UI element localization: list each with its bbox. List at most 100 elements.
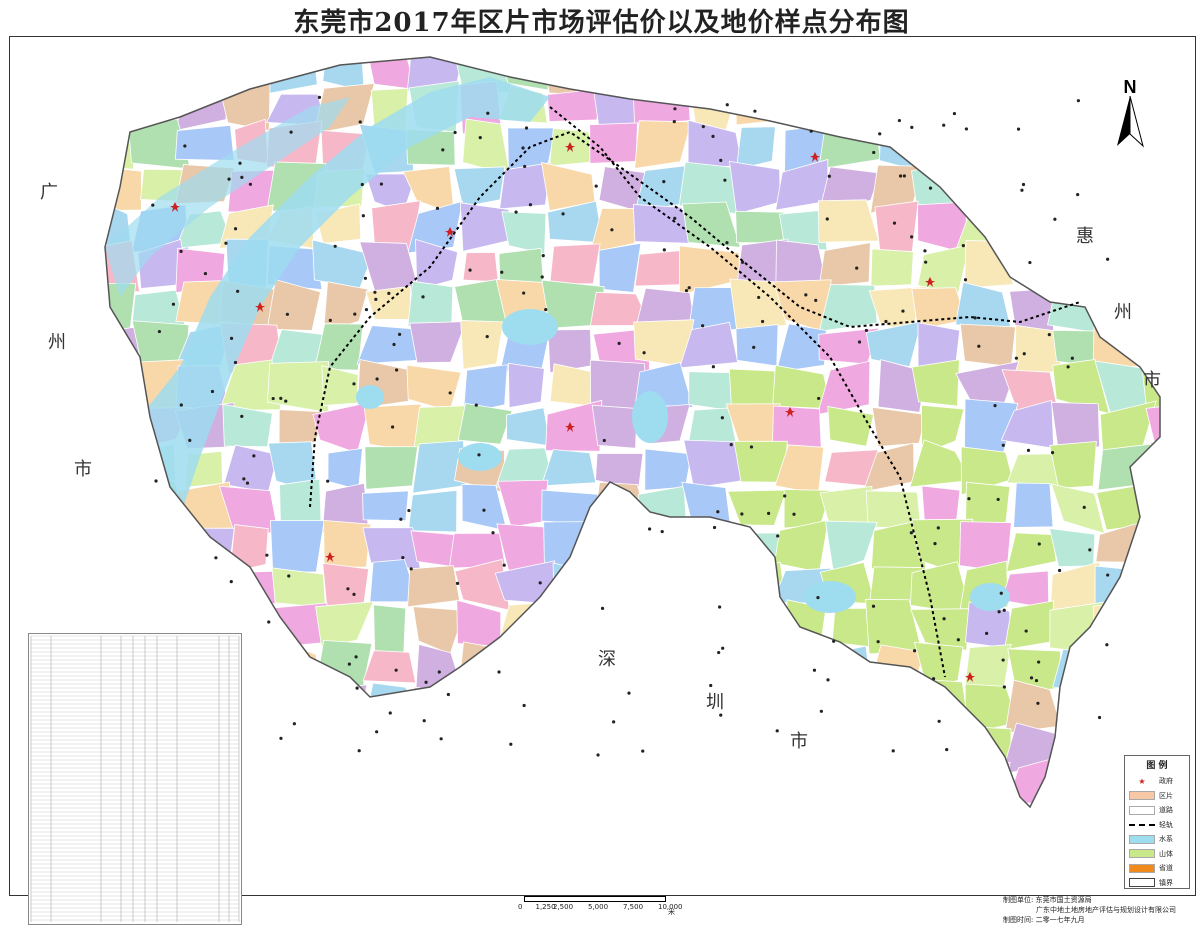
sample-point[interactable] [485, 334, 489, 339]
sample-point[interactable] [1024, 629, 1028, 633]
land-price-district[interactable] [494, 560, 556, 605]
land-price-district[interactable] [1003, 600, 1055, 651]
land-price-district[interactable] [1058, 720, 1102, 774]
sample-point[interactable] [240, 175, 244, 179]
sample-point[interactable] [740, 260, 745, 264]
land-price-district[interactable] [637, 485, 688, 533]
sample-point[interactable] [701, 324, 705, 328]
sample-point[interactable] [395, 368, 399, 372]
land-price-district[interactable] [589, 602, 651, 647]
sample-point[interactable] [455, 581, 460, 585]
land-price-district[interactable] [917, 120, 971, 173]
sample-point[interactable] [224, 241, 228, 245]
sample-point[interactable] [711, 134, 715, 138]
sample-point[interactable] [540, 275, 544, 279]
land-price-district[interactable] [541, 489, 601, 525]
sample-point[interactable] [446, 692, 450, 697]
sample-point[interactable] [1028, 260, 1032, 265]
land-price-district[interactable] [774, 519, 829, 573]
sample-point[interactable] [817, 396, 821, 401]
land-price-district[interactable] [955, 725, 1012, 775]
land-price-district[interactable] [828, 720, 874, 767]
sample-point[interactable] [242, 477, 246, 481]
land-price-district[interactable] [83, 81, 144, 129]
land-price-district[interactable] [1142, 524, 1195, 565]
sample-point[interactable] [541, 253, 545, 258]
sample-point[interactable] [397, 332, 402, 336]
land-price-district[interactable] [687, 47, 729, 84]
sample-point[interactable] [898, 174, 903, 178]
sample-point[interactable] [901, 309, 905, 313]
land-price-district[interactable] [91, 479, 138, 531]
land-price-district[interactable] [321, 365, 359, 406]
sample-point[interactable] [238, 161, 242, 165]
land-price-district[interactable] [729, 160, 781, 215]
sample-point[interactable] [1076, 192, 1080, 197]
land-price-district[interactable] [591, 404, 638, 449]
sample-point[interactable] [183, 144, 187, 148]
land-price-district[interactable] [356, 325, 419, 365]
land-price-district[interactable] [632, 78, 691, 125]
land-price-district[interactable] [596, 559, 649, 609]
land-price-district[interactable] [174, 80, 227, 132]
sample-point[interactable] [439, 737, 443, 741]
sample-point[interactable] [399, 517, 403, 521]
sample-point[interactable] [775, 729, 779, 733]
sample-point[interactable] [816, 595, 820, 600]
land-price-district[interactable] [143, 563, 184, 613]
land-price-district[interactable] [1142, 83, 1195, 134]
land-price-district[interactable] [1146, 282, 1193, 331]
sample-point[interactable] [502, 563, 506, 567]
land-price-district[interactable] [449, 690, 506, 731]
sample-point[interactable] [827, 174, 831, 178]
sample-point[interactable] [600, 606, 605, 610]
sample-point[interactable] [672, 120, 676, 124]
sample-point[interactable] [1001, 658, 1005, 662]
sample-point[interactable] [767, 511, 771, 516]
sample-point[interactable] [354, 655, 358, 659]
sample-point[interactable] [825, 217, 829, 221]
sample-point[interactable] [394, 668, 398, 672]
land-price-district[interactable] [1152, 490, 1195, 534]
land-price-district[interactable] [954, 120, 1017, 171]
land-price-district[interactable] [959, 85, 1018, 127]
sample-point[interactable] [326, 479, 330, 483]
sample-point[interactable] [662, 248, 666, 252]
land-price-district[interactable] [543, 680, 604, 726]
sample-point[interactable] [876, 640, 880, 644]
land-price-district[interactable] [865, 80, 916, 125]
sample-point[interactable] [1050, 451, 1055, 455]
land-price-district[interactable] [549, 243, 601, 285]
land-price-district[interactable] [1002, 123, 1058, 168]
sample-point[interactable] [284, 399, 288, 403]
land-price-district[interactable] [83, 282, 137, 334]
sample-point[interactable] [375, 730, 379, 734]
land-price-district[interactable] [269, 520, 325, 573]
sample-point[interactable] [287, 574, 291, 578]
sample-point[interactable] [855, 266, 859, 270]
sample-point[interactable] [509, 742, 513, 746]
land-price-district[interactable] [782, 680, 822, 721]
land-price-district[interactable] [174, 124, 235, 161]
land-price-district[interactable] [356, 768, 414, 808]
land-price-district[interactable] [961, 47, 1018, 90]
land-price-district[interactable] [1145, 42, 1195, 90]
land-price-district[interactable] [827, 405, 875, 447]
sample-point[interactable] [179, 403, 183, 407]
land-price-district[interactable] [83, 366, 145, 402]
sample-point[interactable] [942, 617, 946, 621]
sample-point[interactable] [753, 109, 757, 113]
land-price-district[interactable] [1008, 159, 1060, 210]
land-price-district[interactable] [222, 403, 273, 448]
land-price-district[interactable] [911, 359, 960, 407]
sample-point[interactable] [792, 512, 796, 516]
land-price-district[interactable] [772, 39, 832, 87]
land-price-district[interactable] [1061, 679, 1109, 732]
land-price-district[interactable] [130, 44, 188, 91]
sample-point[interactable] [729, 442, 733, 447]
land-price-district[interactable] [87, 407, 142, 452]
sample-point[interactable] [441, 148, 445, 152]
sample-point[interactable] [660, 529, 664, 534]
sample-point[interactable] [923, 249, 927, 253]
land-price-district[interactable] [640, 767, 684, 806]
